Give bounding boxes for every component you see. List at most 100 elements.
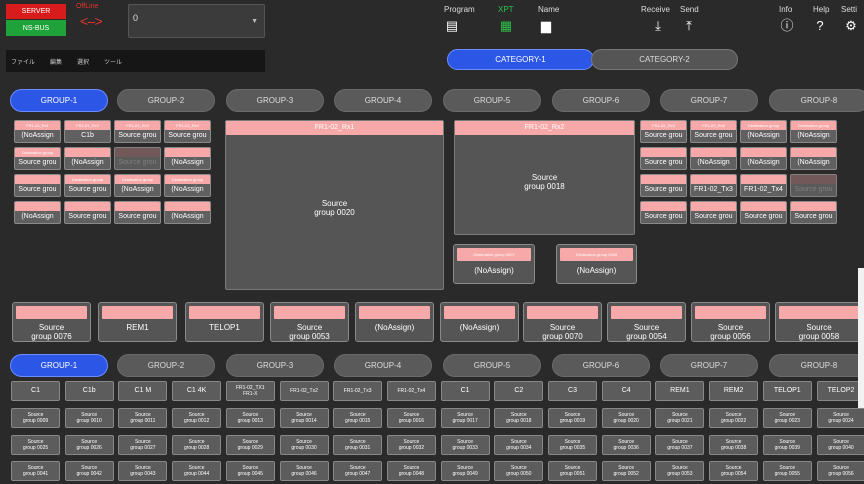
source-button[interactable]: Source group 0038 [709, 435, 759, 455]
source-button[interactable]: Source group 0037 [655, 435, 705, 455]
group-tab[interactable]: GROUP-2 [117, 89, 215, 112]
strip-destination[interactable]: Source group 0053 [270, 302, 349, 342]
destination-cell[interactable]: Destination group (NoAssign [164, 174, 211, 197]
category-tab[interactable]: CATEGORY-1 [447, 49, 594, 70]
source-button[interactable]: Source group 0027 [118, 435, 168, 455]
group-tab[interactable]: GROUP-7 [660, 354, 758, 377]
destination-cell[interactable]: Destination group (NoAssign [790, 120, 837, 143]
destination-panel-0008[interactable]: Destination group 0008 (NoAssign) [556, 244, 637, 284]
source-button[interactable]: REM1 [655, 381, 705, 401]
source-button[interactable]: Source group 0033 [440, 435, 490, 455]
help-icon[interactable]: ? [812, 19, 828, 33]
source-button[interactable]: Source group 0036 [601, 435, 651, 455]
group-tab[interactable]: GROUP-3 [226, 354, 324, 377]
source-button[interactable]: Source group 0055 [762, 461, 812, 481]
source-combo[interactable]: 0 ▼ [128, 4, 265, 38]
group-tab[interactable]: GROUP-5 [443, 89, 541, 112]
group-tab[interactable]: GROUP-2 [117, 354, 215, 377]
destination-cell[interactable]: Source grou [114, 147, 161, 170]
destination-cell[interactable]: Source grou [790, 201, 837, 224]
group-tab[interactable]: GROUP-8 [769, 89, 864, 112]
destination-cell[interactable]: (NoAssign [790, 147, 837, 170]
source-button[interactable]: C1 M [118, 381, 168, 401]
source-button[interactable]: Source group 0041 [11, 461, 60, 481]
group-tab[interactable]: GROUP-1 [10, 89, 108, 112]
destination-cell[interactable]: Destination group (NoAssign [114, 174, 161, 197]
destination-cell[interactable]: Destination group Source grou [14, 147, 61, 170]
source-button[interactable]: Source group 0019 [548, 408, 597, 428]
source-button[interactable]: Source group 0013 [225, 408, 275, 428]
source-button[interactable]: Source group 0053 [655, 461, 705, 481]
group-tab[interactable]: GROUP-6 [552, 89, 650, 112]
destination-cell[interactable]: Source grou [14, 174, 61, 197]
destination-cell[interactable]: FR1-01_Rx3 Source grou [114, 120, 161, 143]
source-button[interactable]: Source group 0056 [816, 461, 864, 481]
destination-cell[interactable]: FR1-02_Rx5 Source grou [640, 120, 687, 143]
source-button[interactable]: Source group 0010 [64, 408, 114, 428]
destination-cell[interactable]: Source grou [790, 174, 837, 197]
source-button[interactable]: Source group 0040 [816, 435, 864, 455]
source-button[interactable]: Source group 0022 [709, 408, 759, 428]
source-button[interactable]: Source group 0031 [333, 435, 383, 455]
source-button[interactable]: Source group 0028 [172, 435, 222, 455]
strip-destination[interactable]: REM1 [98, 302, 177, 342]
destination-panel-0007[interactable]: Destination group 0007 (NoAssign) [453, 244, 535, 284]
source-button[interactable]: Source group 0009 [11, 408, 60, 428]
source-button[interactable]: Source group 0011 [118, 408, 168, 428]
destination-cell[interactable]: Source grou [114, 201, 161, 224]
source-button[interactable]: C1b [64, 381, 114, 401]
destination-cell[interactable]: Destination group (NoAssign [740, 120, 787, 143]
destination-cell[interactable]: Source grou [640, 147, 687, 170]
destination-cell[interactable]: Source grou [640, 201, 687, 224]
source-button[interactable]: Source group 0015 [333, 408, 383, 428]
info-icon[interactable]: ⓘ [779, 19, 795, 33]
source-button[interactable]: Source group 0018 [494, 408, 544, 428]
destination-cell[interactable]: FR1-02_Rx6 Source grou [690, 120, 737, 143]
document-list-icon[interactable]: ▤ [444, 19, 460, 33]
source-button[interactable]: Source group 0012 [172, 408, 222, 428]
strip-destination[interactable]: Source group 0076 [12, 302, 91, 342]
destination-panel-rx1[interactable]: FR1-02_Rx1 Source group 0020 [225, 120, 444, 290]
source-button[interactable]: Source group 0043 [118, 461, 168, 481]
group-tab[interactable]: GROUP-7 [660, 89, 758, 112]
server-indicator[interactable]: SERVER [6, 4, 66, 19]
source-button[interactable]: Source group 0044 [172, 461, 222, 481]
source-button[interactable]: Source group 0052 [601, 461, 651, 481]
group-tab[interactable]: GROUP-3 [226, 89, 324, 112]
menu-item[interactable]: 選択 [72, 57, 99, 66]
source-button[interactable]: FR1-02_Tx4 [386, 381, 436, 401]
destination-cell[interactable]: FR1-01_Rx4 Source grou [164, 120, 211, 143]
group-tab[interactable]: GROUP-1 [10, 354, 108, 377]
strip-destination[interactable]: Source group 0070 [523, 302, 602, 342]
source-button[interactable]: Source group 0046 [279, 461, 329, 481]
source-button[interactable]: Source group 0049 [440, 461, 490, 481]
strip-destination[interactable]: Source group 0058 [775, 302, 863, 342]
source-button[interactable]: C3 [548, 381, 597, 401]
group-tab[interactable]: GROUP-4 [334, 354, 432, 377]
strip-destination[interactable]: (NoAssign) [355, 302, 434, 342]
destination-cell[interactable]: Source grou [64, 201, 111, 224]
group-tab[interactable]: GROUP-4 [334, 89, 432, 112]
source-button[interactable]: C1 [440, 381, 490, 401]
menu-item[interactable]: ファイル [6, 57, 45, 66]
nsbus-indicator[interactable]: NS-BUS [6, 20, 66, 36]
source-button[interactable]: Source group 0020 [601, 408, 651, 428]
source-button[interactable]: TELOP2 [816, 381, 864, 401]
destination-cell[interactable]: (NoAssign [690, 147, 737, 170]
source-button[interactable]: Source group 0050 [494, 461, 544, 481]
source-button[interactable]: TELOP1 [762, 381, 812, 401]
strip-destination[interactable]: TELOP1 [185, 302, 264, 342]
source-button[interactable]: C2 [494, 381, 544, 401]
source-button[interactable]: Source group 0032 [386, 435, 436, 455]
grid-icon[interactable]: ▦ [498, 19, 514, 33]
destination-cell[interactable]: FR1-02_Tx4 [740, 174, 787, 197]
source-button[interactable]: Source group 0016 [386, 408, 436, 428]
destination-cell[interactable]: (NoAssign [164, 201, 211, 224]
strip-destination[interactable]: Source group 0054 [607, 302, 686, 342]
destination-cell[interactable]: Source grou [640, 174, 687, 197]
source-button[interactable]: Source group 0035 [548, 435, 597, 455]
strip-destination[interactable]: (NoAssign) [440, 302, 519, 342]
source-button[interactable]: FR1-02_Tx3 [333, 381, 383, 401]
source-button[interactable]: Source group 0017 [440, 408, 490, 428]
upload-icon[interactable]: ⤒ [681, 19, 697, 33]
